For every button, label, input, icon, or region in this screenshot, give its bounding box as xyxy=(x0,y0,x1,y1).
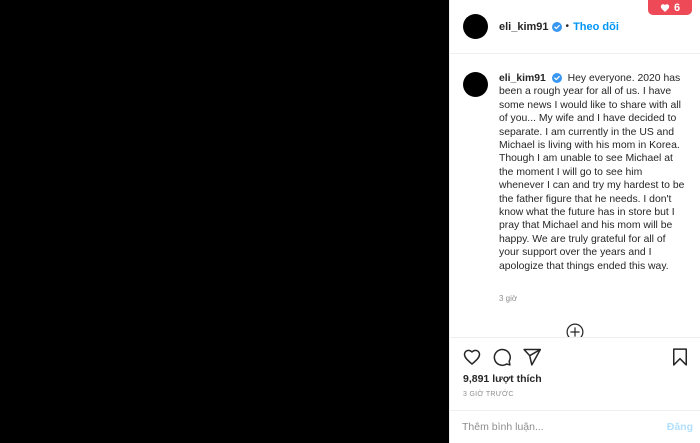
notification-badge[interactable]: 6 xyxy=(648,0,692,15)
heart-outline-icon[interactable] xyxy=(462,347,482,367)
caption-avatar[interactable] xyxy=(463,72,488,97)
post-actions: 9,891 lượt thích 3 GIỜ TRƯỚC xyxy=(450,337,700,407)
post-comment-button[interactable]: Đăng xyxy=(667,421,693,433)
post-timestamp: 3 GIỜ TRƯỚC xyxy=(463,391,514,398)
verified-badge-icon xyxy=(551,21,562,32)
caption-timestamp: 3 giờ xyxy=(499,294,518,303)
post-panel: eli_kim91 • Theo dõi 6 eli_kim91 Hey eve… xyxy=(449,0,700,443)
paper-plane-icon[interactable] xyxy=(522,347,542,367)
caption-text: Hey everyone. 2020 has been a rough year… xyxy=(499,73,685,272)
plus-circle-icon[interactable] xyxy=(566,323,584,337)
caption-username[interactable]: eli_kim91 xyxy=(499,73,546,84)
author-username[interactable]: eli_kim91 xyxy=(499,21,549,33)
author-avatar[interactable] xyxy=(463,14,488,39)
separator-dot: • xyxy=(565,21,570,32)
comments-scroll[interactable]: eli_kim91 Hey everyone. 2020 has been a … xyxy=(450,54,700,337)
add-comment-bar: Đăng xyxy=(450,410,700,443)
caption-text-block: eli_kim91 Hey everyone. 2020 has been a … xyxy=(499,72,685,273)
caption: eli_kim91 Hey everyone. 2020 has been a … xyxy=(463,72,693,273)
comment-input[interactable] xyxy=(462,419,642,435)
heart-icon xyxy=(660,3,670,12)
verified-badge-icon xyxy=(551,73,562,84)
post-media[interactable] xyxy=(0,0,449,443)
bookmark-icon[interactable] xyxy=(670,347,690,367)
comment-bubble-icon[interactable] xyxy=(492,347,512,367)
follow-button[interactable]: Theo dõi xyxy=(573,21,619,33)
notification-count: 6 xyxy=(673,1,681,14)
like-count[interactable]: 9,891 lượt thích xyxy=(463,373,542,385)
